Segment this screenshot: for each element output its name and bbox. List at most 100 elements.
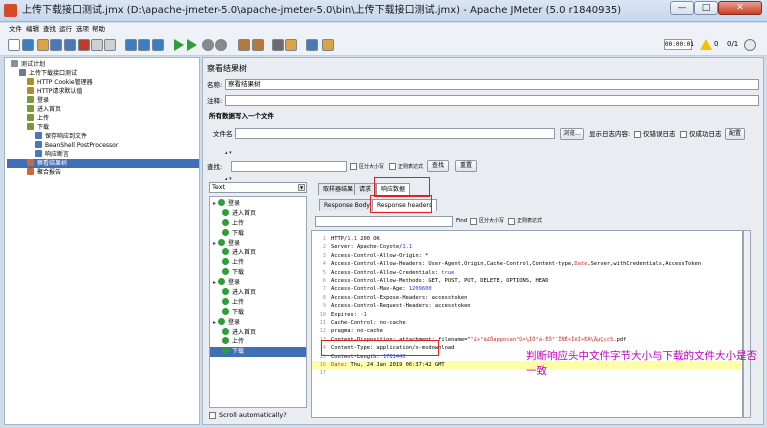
save-icon[interactable] (50, 39, 62, 51)
reset-button[interactable]: 重置 (455, 160, 477, 172)
line-text: Cache-Control: no-cache (331, 320, 406, 326)
menu-run[interactable]: 运行 (59, 23, 72, 35)
shutdown-icon[interactable] (215, 39, 227, 51)
result-item[interactable]: 上传 (210, 258, 306, 268)
response-case-checkbox[interactable] (470, 218, 477, 225)
tab-response-body[interactable]: Response Body (319, 199, 375, 211)
tree-node[interactable]: 进入首页 (7, 105, 199, 114)
clear-all-icon[interactable] (252, 39, 264, 51)
tree-node-icon (35, 141, 42, 148)
result-item[interactable]: ▸ 登录 (210, 238, 306, 249)
menu-options[interactable]: 选项 (76, 23, 89, 35)
close-button[interactable]: ✕ (718, 1, 762, 15)
collapse-marker[interactable]: ▴ ▾ (225, 148, 232, 158)
success-check-icon (222, 258, 229, 266)
jmeter-logo-icon (4, 4, 17, 17)
result-item[interactable]: 下载 (210, 268, 306, 278)
menu-help[interactable]: 帮助 (92, 23, 105, 35)
success-only-checkbox[interactable] (680, 131, 687, 138)
response-regex-checkbox[interactable] (508, 218, 515, 225)
result-item[interactable]: 下载 (210, 228, 306, 239)
help-icon[interactable] (322, 39, 334, 51)
response-headers-text[interactable]: 1 HTTP/1.1 200 OK 2 Server: Apache-Coyote/1… (311, 230, 743, 418)
result-item[interactable]: ▸ 登录 (210, 278, 306, 288)
result-item[interactable]: 进入首页 (210, 327, 306, 338)
cut-icon[interactable] (78, 39, 90, 51)
name-field[interactable]: 察看结果树 (225, 79, 759, 90)
renderer-select[interactable]: Text ▼ (209, 182, 307, 193)
result-item[interactable]: ▸ 登录 (210, 199, 306, 209)
menu-edit[interactable]: 编辑 (26, 23, 39, 35)
expand-arrow-icon[interactable]: ▸ (213, 240, 216, 247)
copy-icon[interactable] (91, 39, 103, 51)
result-item[interactable]: 进入首页 (210, 248, 306, 258)
tree-node[interactable]: 登录 (7, 96, 199, 105)
expand-arrow-icon[interactable]: ▸ (213, 279, 216, 286)
search-icon[interactable] (272, 39, 284, 51)
tree-node[interactable]: 上传 (7, 114, 199, 123)
tree-node[interactable]: 测试计划 (7, 60, 199, 69)
result-item[interactable]: ▸ 登录 (210, 317, 306, 328)
template-icon[interactable] (22, 39, 34, 51)
collapse-icon[interactable] (138, 39, 150, 51)
chevron-down-icon[interactable]: ▼ (298, 184, 305, 191)
tree-node[interactable]: 保存响应到文件 (7, 132, 199, 141)
stop-icon[interactable] (202, 39, 214, 51)
line-text: Access-Control-Allow-Credentials: (331, 269, 442, 276)
result-item[interactable]: 进入首页 (210, 288, 306, 298)
paste-icon[interactable] (104, 39, 116, 51)
reset-search-icon[interactable] (285, 39, 297, 51)
toggle-icon[interactable] (152, 39, 164, 51)
comment-field[interactable] (225, 95, 759, 106)
result-item[interactable]: 上传 (210, 337, 306, 347)
search-input[interactable] (231, 161, 347, 172)
maximize-button[interactable]: □ (694, 1, 718, 15)
response-line: 12 pragma: no-cache (312, 327, 742, 335)
result-item[interactable]: 上传 (210, 218, 306, 229)
clear-icon[interactable] (238, 39, 250, 51)
tree-node[interactable]: 响应断言 (7, 150, 199, 159)
result-item[interactable]: 下载 (210, 347, 306, 358)
tree-node[interactable]: 上传下载接口测试 (7, 69, 199, 78)
configure-button[interactable]: 配置 (725, 128, 745, 140)
open-icon[interactable] (37, 39, 49, 51)
minimize-button[interactable]: — (670, 1, 694, 15)
smiley-icon[interactable] (744, 39, 756, 51)
expand-arrow-icon[interactable]: ▸ (213, 200, 216, 207)
success-check-icon (218, 199, 226, 206)
response-find-input[interactable] (315, 216, 453, 227)
result-item[interactable]: 上传 (210, 297, 306, 308)
scroll-auto-checkbox[interactable] (209, 412, 216, 419)
tree-node[interactable]: 下载 (7, 123, 199, 132)
success-check-icon (222, 248, 229, 256)
case-sensitive-checkbox[interactable] (350, 163, 357, 170)
expand-arrow-icon[interactable]: ▸ (213, 319, 216, 326)
result-item[interactable]: 下载 (210, 307, 306, 318)
warning-icon[interactable] (700, 39, 712, 50)
tab-request[interactable]: 请求 (354, 183, 377, 195)
tree-node[interactable]: HTTP请求默认值 (7, 87, 199, 96)
errors-only-checkbox[interactable] (634, 131, 641, 138)
tree-node[interactable]: HTTP Cookie管理器 (7, 78, 199, 87)
tree-node[interactable]: BeanShell PostProcessor (7, 141, 199, 150)
save-as-icon[interactable] (64, 39, 76, 51)
browse-button[interactable]: 浏览... (560, 128, 584, 140)
new-icon[interactable] (8, 39, 20, 51)
start-icon[interactable] (174, 39, 184, 51)
filename-field[interactable] (235, 128, 555, 139)
tree-node[interactable]: 察看结果树 (7, 159, 199, 168)
menu-file[interactable]: 文件 (9, 23, 22, 35)
start-no-pause-icon[interactable] (187, 39, 197, 51)
response-scrollbar[interactable] (743, 230, 751, 418)
result-item[interactable]: 进入首页 (210, 208, 306, 219)
tree-node[interactable]: 聚合报告 (7, 168, 199, 177)
line-number: 8 (322, 294, 326, 301)
regex-checkbox[interactable] (389, 163, 396, 170)
menu-search[interactable]: 查找 (43, 23, 56, 35)
search-button[interactable]: 查找 (427, 160, 449, 172)
function-helper-icon[interactable] (306, 39, 318, 51)
line-text: 200 OK (356, 236, 380, 242)
tab-sampler-result[interactable]: 取样器结果 (318, 183, 359, 195)
expand-icon[interactable] (125, 39, 137, 51)
line-text: ,Server,withCredentials,AccessToken (587, 261, 701, 268)
